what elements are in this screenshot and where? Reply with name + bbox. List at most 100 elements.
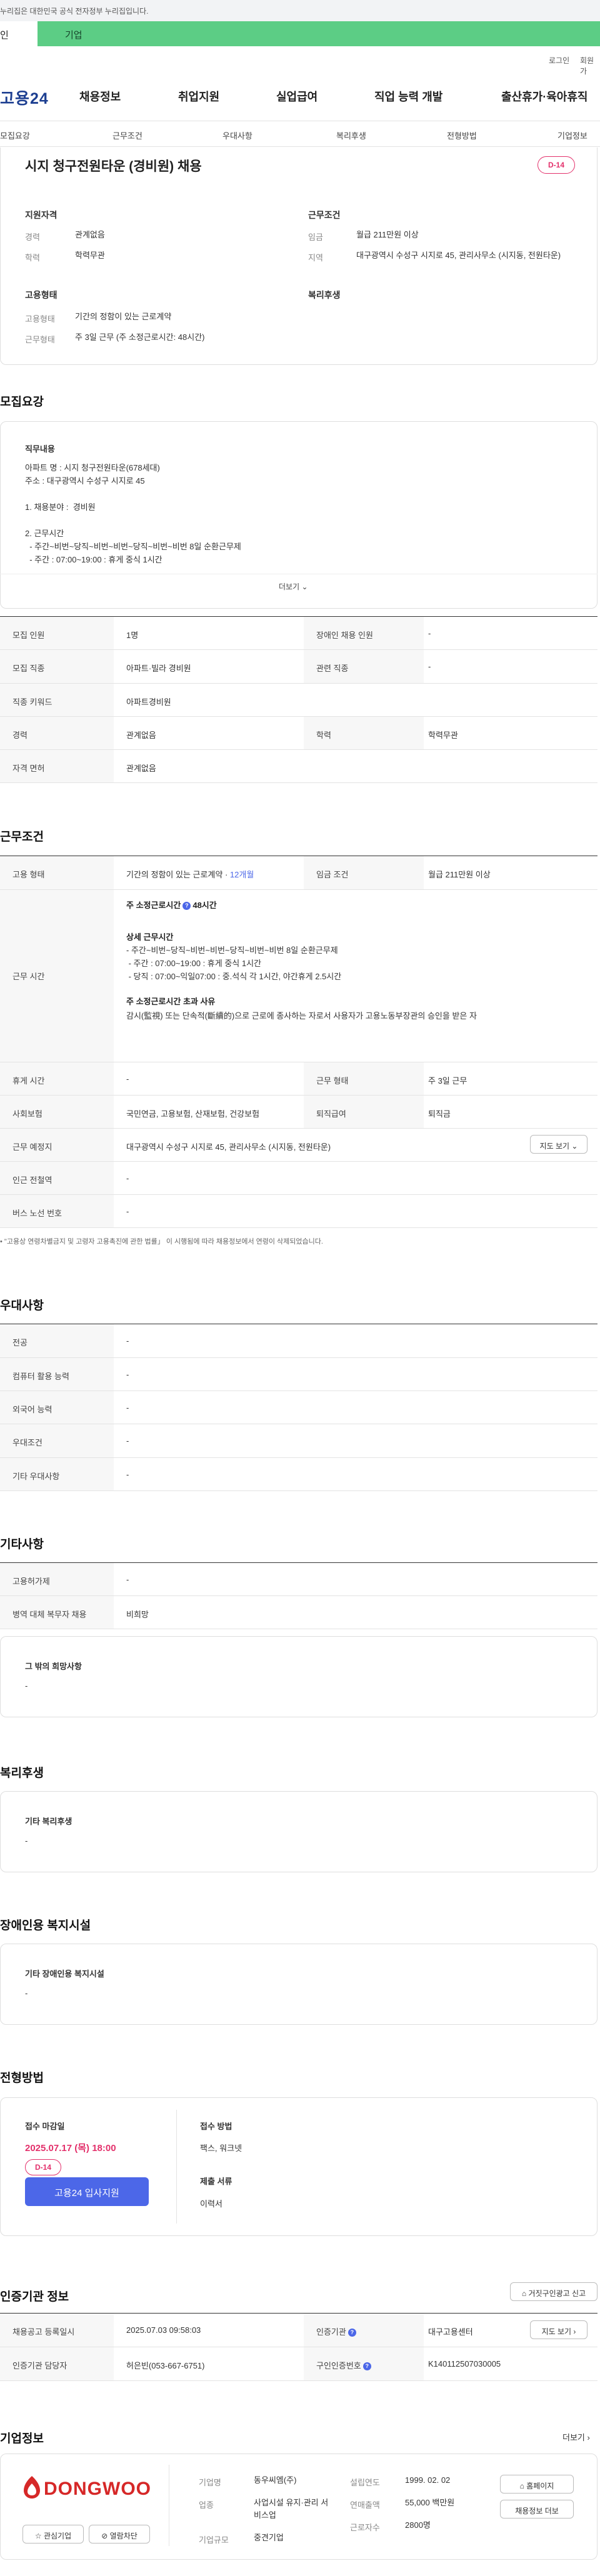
- insurance-value: 국민연금, 고용보험, 산재보험, 건강보험: [126, 1109, 260, 1119]
- docs-value: 이력서: [200, 2199, 222, 2209]
- apply-button[interactable]: 고용24 입사지원: [25, 2177, 149, 2206]
- gov-banner: 누리집은 대한민국 공식 전자정부 누리집입니다.: [0, 0, 600, 21]
- career-value: 관계없음: [75, 230, 105, 239]
- top-tabs: 인 기업: [0, 21, 600, 46]
- info-icon[interactable]: ?: [348, 2329, 356, 2337]
- agency-map-label: 지도 보기: [541, 2327, 572, 2336]
- homepage-button[interactable]: ⌂ 홈페이지: [500, 2475, 574, 2494]
- disabled-label: 장애인 채용 인원: [304, 617, 424, 649]
- staff-label: 근로자수: [350, 2523, 380, 2532]
- license-value: 관계없음: [126, 764, 156, 773]
- gnb-unemployment-benefit[interactable]: 실업급여: [276, 88, 318, 104]
- company-more-link[interactable]: 더보기 ›: [562, 2431, 590, 2443]
- process-dday-badge: D-14: [25, 2159, 61, 2175]
- duty-title: 직무내용: [25, 444, 55, 454]
- id-label-text: 구인인증번호: [316, 2361, 361, 2370]
- exceed-title: 주 소정근로시간 초과 사유: [126, 997, 216, 1006]
- emp-value-text: 기간의 정함이 있는 근로계약 ·: [126, 870, 230, 879]
- edu-row-value: 학력무관: [428, 731, 458, 740]
- gnb-parental-leave[interactable]: 출산휴가·육아휴직: [501, 88, 588, 104]
- wage-value: 월급 211만원 이상: [356, 230, 419, 239]
- map-button[interactable]: 지도 보기 ⌄: [530, 1135, 588, 1154]
- block-button[interactable]: ⊘ 열람차단: [89, 2525, 150, 2544]
- company-jobs-button[interactable]: 채용정보 더보: [500, 2500, 574, 2519]
- agency-label-text: 인증기관: [316, 2327, 346, 2337]
- welfare-box: [0, 1791, 598, 1872]
- info-icon[interactable]: ?: [362, 2362, 371, 2371]
- emp-period: 12개월: [229, 870, 254, 879]
- major-label: 전공: [0, 1324, 114, 1357]
- recruit-heading: 모집요강: [0, 396, 44, 409]
- tab-corporate[interactable]: 기업: [38, 21, 600, 46]
- bus-label: 버스 노선 번호: [0, 1195, 114, 1227]
- snb-welfare[interactable]: 복리후생: [336, 129, 366, 141]
- emp-value: 기간의 정함이 있는 근로계약 · 12개월: [126, 868, 254, 880]
- language-label: 외국어 능력: [0, 1391, 114, 1424]
- wage-label: 임금: [308, 232, 323, 242]
- station-label: 인근 전철역: [0, 1162, 114, 1194]
- edu-label: 학력: [25, 253, 40, 262]
- gnb-vocational-training[interactable]: 직업 능력 개발: [374, 88, 442, 104]
- hours-detail-title: 상세 근무시간: [126, 932, 174, 942]
- dday-badge: D-14: [538, 156, 575, 174]
- pref-etc-value: -: [126, 1470, 129, 1479]
- report-button-label: 거짓구인광고 신고: [528, 2289, 586, 2298]
- pref-cond-value: -: [126, 1436, 129, 1445]
- agency-label: 인증기관?: [304, 2314, 424, 2347]
- docs-label: 제출 서류: [200, 2177, 232, 2186]
- report-button[interactable]: ⌂ 거짓구인광고 신고: [510, 2282, 598, 2301]
- info-icon[interactable]: ?: [182, 902, 191, 911]
- headcount-value: 1명: [126, 631, 139, 640]
- insurance-label: 사회보험: [0, 1096, 114, 1128]
- snb-conditions[interactable]: 근무조건: [112, 129, 142, 141]
- bus-value: -: [126, 1207, 129, 1216]
- homepage-label: 홈페이지: [526, 2482, 554, 2490]
- work-label: 근무형태: [25, 335, 55, 344]
- more-button[interactable]: 더보기 ⌄: [279, 581, 308, 592]
- snb-recruit[interactable]: 모집요강: [0, 129, 30, 141]
- method-value: 팩스, 워크넷: [200, 2144, 242, 2153]
- hours-detail: - 주간~비번~당직~비번~비번~당직~비번~비번 8일 순환근무제 - 주간 …: [126, 946, 342, 981]
- wage-cond-value: 월급 211만원 이상: [428, 870, 491, 879]
- process-box: [0, 2097, 598, 2236]
- exceed-text: 감시(監視) 또는 단속적(斷續的)으로 근로에 종사하는 자로서 사용자가 고…: [126, 1011, 477, 1021]
- snb-preference[interactable]: 우대사항: [222, 129, 252, 141]
- break-label: 휴게 시간: [0, 1062, 114, 1095]
- agency-map-button[interactable]: 지도 보기 ›: [530, 2320, 588, 2339]
- reg-label: 채용공고 등록일시: [0, 2314, 114, 2347]
- company-heading: 기업정보: [0, 2432, 44, 2445]
- worktype-value: 주 3일 근무: [428, 1076, 468, 1086]
- id-value: K140112507030005: [428, 2359, 501, 2369]
- pref-etc-label: 기타 우대사항: [0, 1458, 114, 1490]
- facility-heading: 장애인용 복지시설: [0, 1919, 91, 1932]
- industry-label: 업종: [199, 2500, 214, 2510]
- row-line: [0, 2380, 598, 2381]
- founded-value: 1999. 02. 02: [405, 2475, 451, 2485]
- gnb-employment-support[interactable]: 취업지원: [178, 88, 219, 104]
- snb-process[interactable]: 전형방법: [447, 129, 477, 141]
- career-label: 경력: [25, 232, 40, 242]
- computer-value: -: [126, 1370, 129, 1379]
- age-notice: • "고용상 연령차별금지 및 고령자 고용촉진에 관한 법률」 이 시행됨에 …: [0, 1236, 323, 1246]
- alert-icon: ⌂: [521, 2289, 527, 2298]
- age-notice-text: "고용상 연령차별금지 및 고령자 고용촉진에 관한 법률」 이 시행됨에 따라…: [4, 1238, 323, 1246]
- more-label: 더보기: [279, 582, 300, 591]
- bullet-icon: •: [0, 1238, 4, 1246]
- edu-value: 학력무관: [75, 251, 105, 260]
- interest-button[interactable]: ☆ 관심기업: [22, 2525, 84, 2544]
- gnb-jobs[interactable]: 채용정보: [79, 88, 121, 104]
- row-line: [0, 1490, 598, 1491]
- tab-individual[interactable]: 인: [0, 21, 38, 46]
- other-value: -: [25, 1681, 28, 1690]
- break-value: -: [126, 1074, 129, 1084]
- welfare-section-heading: 복리후생: [0, 1767, 44, 1780]
- home-icon: ⌂: [519, 2482, 524, 2490]
- signup-link[interactable]: 회원가: [580, 55, 600, 76]
- work-value: 주 3일 근무 (주 소정근로시간: 48시간): [75, 332, 205, 342]
- login-link[interactable]: 로그인: [549, 55, 569, 66]
- site-logo[interactable]: 고용24: [0, 86, 49, 109]
- location-value: 대구광역시 수성구 시지로 45, 관리사무소 (시지동, 전원타운): [126, 1142, 331, 1152]
- star-icon: ☆: [34, 2532, 42, 2540]
- manager-value: 허은빈(053-667-6751): [126, 2361, 205, 2370]
- snb-company[interactable]: 기업정보: [558, 129, 588, 141]
